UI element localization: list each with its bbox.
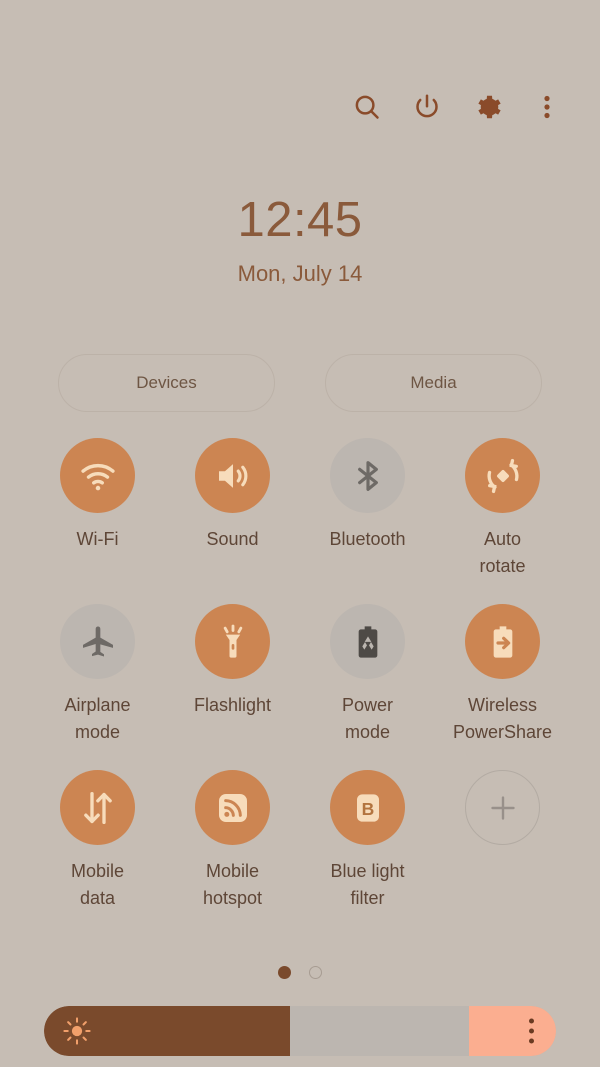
toggle-tile-mobile-hotspot[interactable]: Mobile hotspot bbox=[165, 770, 300, 920]
toggle-tile-blue-light-filter[interactable]: B Blue light filter bbox=[300, 770, 435, 920]
dot bbox=[529, 1028, 534, 1034]
add-icon bbox=[465, 770, 540, 845]
more-options-icon[interactable] bbox=[530, 90, 564, 124]
settings-gear-icon[interactable] bbox=[470, 90, 504, 124]
toggle-label: Wi-Fi bbox=[76, 529, 119, 549]
page-dot-1[interactable] bbox=[278, 966, 291, 979]
brightness-right-section[interactable] bbox=[468, 1006, 556, 1056]
search-icon[interactable] bbox=[350, 90, 384, 124]
toggle-label: Airplane mode bbox=[64, 695, 131, 742]
quick-toggle-grid: Wi-Fi Sound Bluetooth Auto rotate Airpla… bbox=[30, 438, 570, 920]
toggle-tile-auto-rotate[interactable]: Auto rotate bbox=[435, 438, 570, 588]
brightness-slider[interactable] bbox=[44, 1006, 556, 1056]
power-share-icon bbox=[465, 604, 540, 679]
power-icon[interactable] bbox=[410, 90, 444, 124]
svg-text:B: B bbox=[361, 799, 374, 819]
blue-light-icon: B bbox=[330, 770, 405, 845]
toggle-label: Blue light filter bbox=[330, 861, 405, 908]
toggle-label: Flashlight bbox=[193, 695, 272, 715]
toggle-tile-wifi[interactable]: Wi-Fi bbox=[30, 438, 165, 588]
dot bbox=[529, 1018, 534, 1024]
shortcut-pill-row: Devices Media bbox=[58, 354, 542, 412]
toggle-tile-power-mode[interactable]: Power mode bbox=[300, 604, 435, 754]
toggle-tile-sound[interactable]: Sound bbox=[165, 438, 300, 588]
bluetooth-icon bbox=[330, 438, 405, 513]
clock-date: Mon, July 14 bbox=[237, 261, 363, 286]
clock-time: 12:45 bbox=[237, 193, 363, 247]
toggle-tile-bluetooth[interactable]: Bluetooth bbox=[300, 438, 435, 588]
flashlight-icon bbox=[195, 604, 270, 679]
mobile-data-icon bbox=[60, 770, 135, 845]
toggle-label: Mobile hotspot bbox=[202, 861, 263, 908]
power-mode-icon bbox=[330, 604, 405, 679]
sound-icon bbox=[195, 438, 270, 513]
media-button[interactable]: Media bbox=[325, 354, 542, 412]
dot bbox=[529, 1038, 534, 1044]
toggle-tile-airplane-mode[interactable]: Airplane mode bbox=[30, 604, 165, 754]
page-dot-2[interactable] bbox=[309, 966, 322, 979]
toggle-tile-add[interactable] bbox=[435, 770, 570, 920]
toggle-tile-wireless-powershare[interactable]: Wireless PowerShare bbox=[435, 604, 570, 754]
toggle-tile-flashlight[interactable]: Flashlight bbox=[165, 604, 300, 754]
devices-button[interactable]: Devices bbox=[58, 354, 275, 412]
toggle-label: Power mode bbox=[341, 695, 394, 742]
quick-settings-topbar bbox=[350, 90, 564, 124]
toggle-label: Sound bbox=[206, 529, 259, 549]
brightness-options-icon[interactable] bbox=[529, 1018, 534, 1044]
toggle-label: Wireless PowerShare bbox=[452, 695, 553, 742]
auto-rotate-icon bbox=[465, 438, 540, 513]
airplane-icon bbox=[60, 604, 135, 679]
mobile-hotspot-icon bbox=[195, 770, 270, 845]
toggle-tile-mobile-data[interactable]: Mobile data bbox=[30, 770, 165, 920]
brightness-sun-icon bbox=[60, 1014, 94, 1048]
toggle-label: Auto rotate bbox=[479, 529, 526, 576]
toggle-label: Bluetooth bbox=[329, 529, 406, 549]
wifi-icon bbox=[60, 438, 135, 513]
toggle-label: Mobile data bbox=[70, 861, 125, 908]
page-indicator bbox=[0, 966, 600, 979]
clock-block[interactable]: 12:45 Mon, July 14 bbox=[0, 196, 600, 287]
